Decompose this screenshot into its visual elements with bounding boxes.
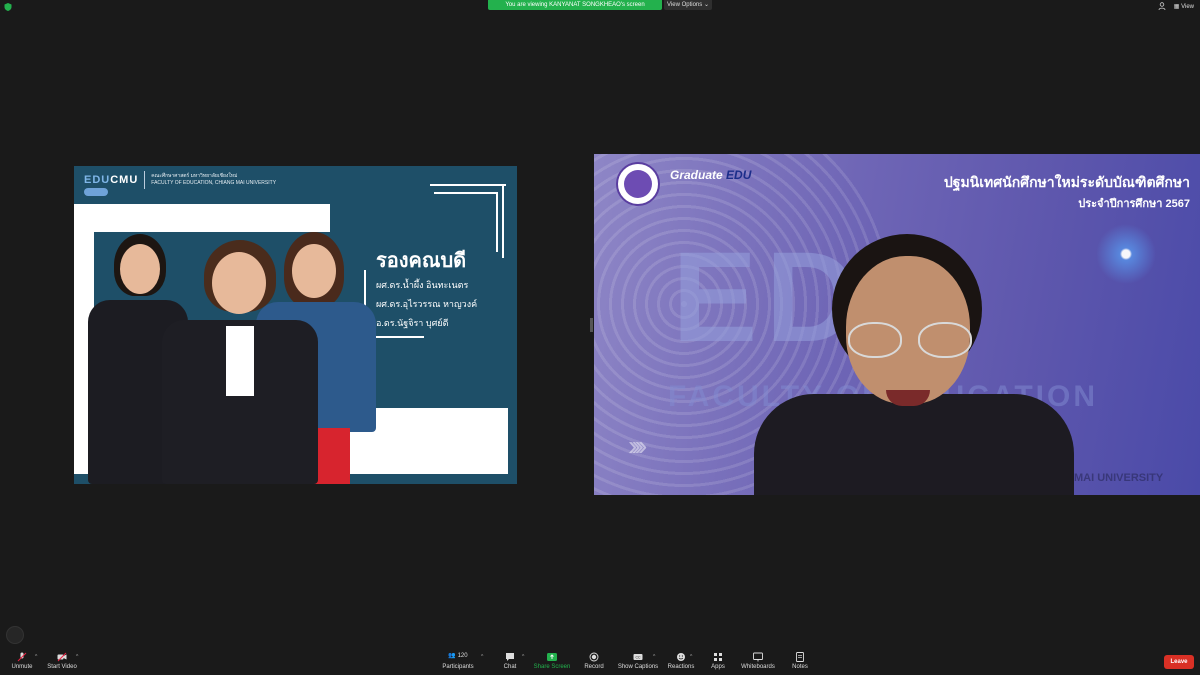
logo-caption-english: FACULTY OF EDUCATION, CHIANG MAI UNIVERS… xyxy=(151,180,277,186)
name-1: ผศ.ดร.น้ำผึ้ง อินทะเนตร xyxy=(376,280,469,290)
participants-icon: 👥 120 xyxy=(436,652,480,662)
record-button[interactable]: Record xyxy=(572,652,616,670)
glasses xyxy=(848,322,972,358)
svg-text:CC: CC xyxy=(635,656,641,660)
start-video-label: Start Video xyxy=(47,664,77,670)
unmute-label: Unmute xyxy=(11,664,33,670)
logo-graduate: Graduate xyxy=(670,168,723,182)
captions-icon: CC xyxy=(633,654,643,660)
top-bar: You are viewing KANYANAT SONGKHEAO's scr… xyxy=(0,0,1200,12)
logo-divider xyxy=(144,171,146,189)
chat-icon xyxy=(506,653,514,661)
logo-caption: คณะศึกษาศาสตร์ มหาวิทยาลัยเชียงใหม่ FACU… xyxy=(151,173,276,187)
caret-up-icon[interactable]: ^ xyxy=(522,654,524,660)
video-title: ปฐมนิเทศนักศึกษาใหม่ระดับบัณฑิตศึกษา xyxy=(943,174,1190,190)
apps-label: Apps xyxy=(711,664,725,670)
whiteboards-button[interactable]: Whiteboards xyxy=(736,652,780,670)
shield-icon xyxy=(4,3,12,11)
video-subtitle: ประจำปีการศึกษา 2567 xyxy=(1078,198,1190,210)
view-options-button[interactable]: View Options ⌄ xyxy=(664,0,712,10)
share-screen-button[interactable]: Share Screen xyxy=(530,652,574,670)
presenter xyxy=(754,234,1074,495)
reactions-label: Reactions xyxy=(667,664,695,670)
chevron-down-icon: ⌄ xyxy=(703,2,709,8)
caret-up-icon[interactable]: ^ xyxy=(653,654,655,660)
frame-line xyxy=(430,184,506,186)
person-center xyxy=(160,240,320,484)
chat-label: Chat xyxy=(503,664,517,670)
frame-line xyxy=(496,192,498,252)
participants-button[interactable]: 👥 120 Participants xyxy=(436,652,480,670)
participants-count: 120 xyxy=(457,653,468,659)
slide-names: ผศ.ดร.น้ำผึ้ง อินทะเนตร ผศ.ดร.อุไรวรรณ ห… xyxy=(376,276,477,333)
notes-icon xyxy=(796,652,804,662)
background-university-text: MAI UNIVERSITY xyxy=(1074,472,1164,484)
whiteboards-label: Whiteboards xyxy=(741,664,775,670)
view-button[interactable]: ▦ View xyxy=(1174,3,1194,10)
leave-button[interactable]: Leave xyxy=(1164,655,1194,669)
logo-edu-2: EDU xyxy=(726,168,752,182)
meeting-toolbar: Unmute ^ Start Video ^ 👥 120 Participant… xyxy=(0,648,1200,675)
logo-cmu: CMU xyxy=(110,174,139,186)
small-logo-badge xyxy=(84,188,108,196)
presenter-video: EDU FACULTY OF EDUCATION MAI UNIVERSITY … xyxy=(594,154,1200,495)
presenter-body xyxy=(754,394,1074,495)
edu-cmu-logo: EDUCMU คณะศึกษาศาสตร์ มหาวิทยาลัยเชียงให… xyxy=(84,170,276,190)
video-camera-off-icon xyxy=(57,652,67,662)
viewing-banner: You are viewing KANYANAT SONGKHEAO's scr… xyxy=(488,0,662,10)
panel-resize-handle[interactable] xyxy=(590,318,593,332)
notes-button[interactable]: Notes xyxy=(778,652,822,670)
shared-slide: EDUCMU คณะศึกษาศาสตร์ มหาวิทยาลัยเชียงให… xyxy=(74,166,517,484)
microphone-muted-icon xyxy=(17,652,27,662)
whiteboard-icon xyxy=(753,652,763,662)
slide-title: รองคณบดี xyxy=(376,250,467,272)
university-seal-logo xyxy=(616,162,660,206)
notes-label: Notes xyxy=(792,664,808,670)
apps-button[interactable]: Apps xyxy=(696,652,740,670)
edu-cmu-wordmark: EDUCMU xyxy=(84,174,138,186)
unmute-button[interactable]: Unmute xyxy=(0,652,44,670)
caret-up-icon[interactable]: ^ xyxy=(481,654,483,660)
shirt-collar xyxy=(226,326,254,396)
caret-up-icon[interactable]: ^ xyxy=(690,654,692,660)
apps-icon xyxy=(714,653,722,661)
participants-label: Participants xyxy=(442,664,474,670)
share-screen-icon xyxy=(547,653,557,661)
grid-icon: ▦ xyxy=(1173,3,1182,10)
caret-up-icon[interactable]: ^ xyxy=(35,654,37,660)
graduate-edu-logo: Graduate EDU xyxy=(670,168,751,182)
logo-edu: EDU xyxy=(84,174,111,186)
view-options-label: View Options xyxy=(667,2,703,8)
name-2: ผศ.ดร.อุไรวรรณ หาญวงค์ xyxy=(376,299,478,309)
link-icon[interactable] xyxy=(6,626,24,644)
share-screen-label: Share Screen xyxy=(533,664,571,670)
name-3: อ.ดร.นัฐจิรา บุศย์ดี xyxy=(376,318,449,328)
user-icon[interactable] xyxy=(1158,2,1166,10)
frame-line xyxy=(502,184,504,258)
record-icon xyxy=(589,652,599,662)
view-label: View xyxy=(1181,3,1194,10)
smiley-icon xyxy=(677,653,685,661)
chevrons-decoration: ›››› xyxy=(628,430,647,461)
top-right-controls: ▦ View xyxy=(1158,2,1194,10)
lens-flare xyxy=(1096,224,1156,284)
people-icon: 👥 xyxy=(448,653,456,659)
record-label: Record xyxy=(584,664,604,670)
show-captions-label: Show Captions xyxy=(617,664,659,670)
frame-line xyxy=(434,192,498,194)
caret-up-icon[interactable]: ^ xyxy=(76,654,78,660)
logo-caption-thai: คณะศึกษาศาสตร์ มหาวิทยาลัยเชียงใหม่ xyxy=(151,173,238,179)
chat-button[interactable]: Chat xyxy=(488,652,532,670)
